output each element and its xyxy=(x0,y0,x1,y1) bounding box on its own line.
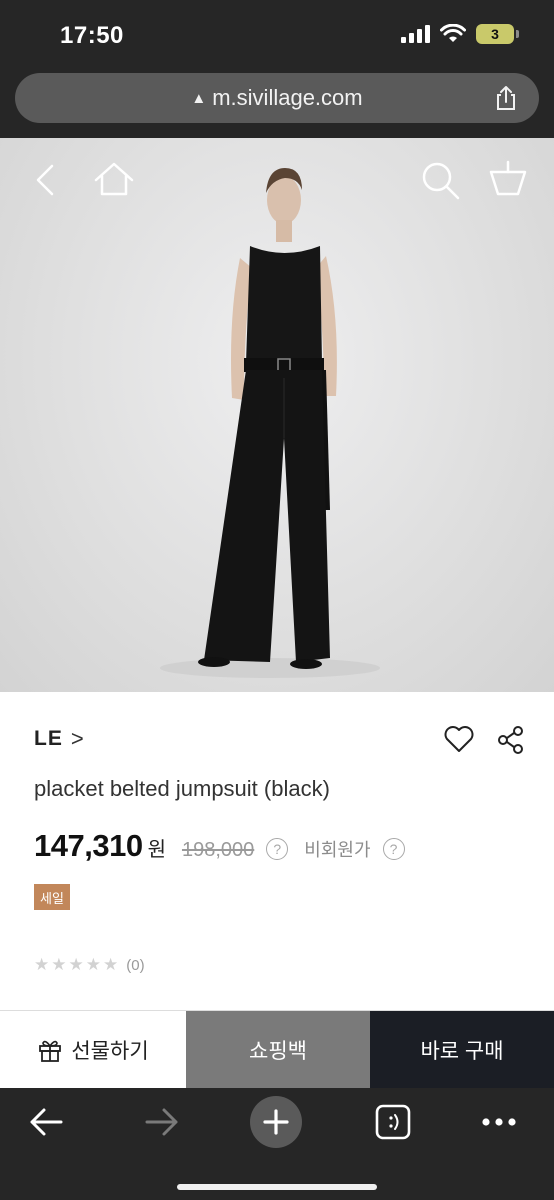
cart-icon[interactable] xyxy=(486,158,530,202)
more-button[interactable] xyxy=(476,1102,522,1142)
wishlist-heart-icon[interactable] xyxy=(444,725,474,753)
arrow-right-icon xyxy=(145,1108,178,1136)
more-dots-icon xyxy=(482,1118,516,1126)
member-price-label: 비회원가 xyxy=(304,840,371,860)
product-title: placket belted jumpsuit (black) xyxy=(34,776,330,801)
search-icon[interactable] xyxy=(418,158,462,202)
sale-badge: 세일 xyxy=(34,884,70,910)
star-icon: ★ xyxy=(85,955,101,974)
new-tab-button[interactable] xyxy=(250,1096,302,1148)
price-row: 147,310 원 198,000 ? 비회원가 ? xyxy=(34,828,405,864)
brand-link[interactable]: LE > xyxy=(34,726,84,752)
share-network-icon[interactable] xyxy=(497,725,525,755)
star-icon: ★ xyxy=(34,955,50,974)
cellular-signal-icon xyxy=(401,25,430,43)
tab-switcher-icon xyxy=(375,1104,411,1140)
rating-row[interactable]: ★ ★ ★ ★ ★ (0) xyxy=(34,955,145,975)
sale-price: 147,310 xyxy=(34,828,143,863)
original-price: 198,000 xyxy=(181,839,255,861)
warning-icon: ▲ xyxy=(191,89,207,107)
add-to-bag-label: 쇼핑백 xyxy=(249,1040,307,1063)
purchase-actions: 선물하기 쇼핑백 바로 구매 xyxy=(0,1010,554,1089)
chevron-right-icon: > xyxy=(70,726,84,751)
add-to-bag-button[interactable]: 쇼핑백 xyxy=(186,1011,370,1089)
star-icon: ★ xyxy=(68,955,84,974)
share-icon[interactable] xyxy=(493,85,519,111)
review-count: (0) xyxy=(126,956,145,974)
browser-forward-button[interactable] xyxy=(140,1102,184,1142)
gift-button-label: 선물하기 xyxy=(71,1040,149,1063)
plus-icon xyxy=(263,1109,289,1135)
tabs-button[interactable] xyxy=(372,1102,414,1142)
wifi-icon xyxy=(440,24,466,42)
star-icon: ★ xyxy=(51,955,67,974)
price-help-icon[interactable]: ? xyxy=(266,838,289,860)
back-icon[interactable] xyxy=(24,158,68,202)
gift-button[interactable]: 선물하기 xyxy=(0,1011,186,1089)
browser-top-chrome: 17:50 3 ▲ m.sivillage.com xyxy=(0,0,554,138)
url-bar[interactable]: ▲ m.sivillage.com xyxy=(15,73,539,123)
price-currency: 원 xyxy=(147,839,166,861)
model-in-jumpsuit-image xyxy=(160,168,380,678)
status-time: 17:50 xyxy=(60,22,124,49)
home-icon[interactable] xyxy=(92,158,136,202)
status-icons: 3 xyxy=(401,24,519,44)
buy-now-label: 바로 구매 xyxy=(420,1040,504,1063)
brand-name: LE xyxy=(34,727,63,750)
buy-now-button[interactable]: 바로 구매 xyxy=(370,1011,554,1089)
product-image[interactable] xyxy=(0,138,554,692)
battery-icon: 3 xyxy=(476,24,519,44)
member-price-help-icon[interactable]: ? xyxy=(382,838,405,860)
browser-back-button[interactable] xyxy=(24,1102,68,1142)
gift-icon xyxy=(39,1040,62,1062)
home-indicator[interactable] xyxy=(177,1184,377,1190)
url-text: m.sivillage.com xyxy=(212,85,363,110)
star-icon: ★ xyxy=(103,955,119,974)
arrow-left-icon xyxy=(30,1108,63,1136)
